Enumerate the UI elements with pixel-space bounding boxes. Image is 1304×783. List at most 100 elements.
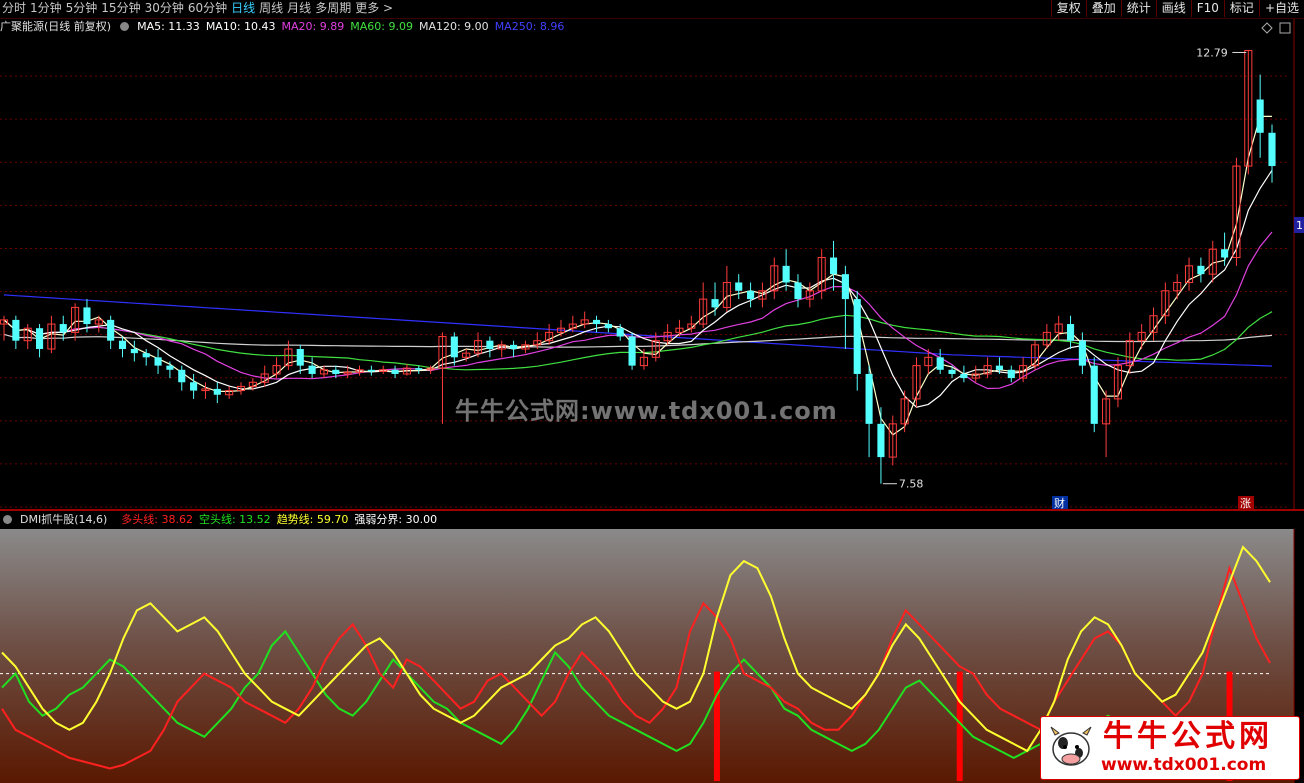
toolbar-button[interactable]: 复权 xyxy=(1050,0,1086,17)
indicator-legend-item: 强弱分界: 30.00 xyxy=(354,513,438,526)
candle-body xyxy=(142,353,150,358)
candle-body xyxy=(486,340,494,349)
period-tab[interactable]: 多周期 xyxy=(315,1,355,16)
settings-dot-icon[interactable] xyxy=(120,22,130,31)
candle-body xyxy=(130,349,138,354)
candle-body xyxy=(213,388,221,395)
candle-body xyxy=(628,336,636,366)
candle-body xyxy=(510,344,518,349)
toolbar-button[interactable]: +自选 xyxy=(1258,0,1304,17)
candle-body xyxy=(154,357,162,366)
candle-body xyxy=(12,319,20,341)
candle-body xyxy=(853,299,861,374)
ma-legend-item: MA60: 9.09 xyxy=(350,20,413,33)
toolbar-button[interactable]: 叠加 xyxy=(1085,0,1121,17)
indicator-legend-item: 趋势线: 59.70 xyxy=(276,513,349,526)
candle-body xyxy=(794,282,802,300)
watermark-text: 牛牛公式网:www.tdx001.com xyxy=(455,397,838,425)
ma-legend-item: MA10: 10.43 xyxy=(205,20,276,33)
candle-body xyxy=(178,369,186,383)
candle-body xyxy=(711,299,719,308)
candle-body xyxy=(616,328,624,337)
candle-body xyxy=(747,290,755,300)
indicator-legend-item: 空头线: 13.52 xyxy=(198,513,271,526)
zhang-marker-text: 涨 xyxy=(1240,497,1251,510)
ma-legend-item: MA20: 9.89 xyxy=(281,20,345,33)
candle-body xyxy=(948,369,956,374)
candlestick-chart[interactable]: 12.79 7.58 财 涨 1 xyxy=(0,19,1304,511)
indicator-legend: DMI抓牛股(14,6) 多头线: 38.62 空头线: 13.52 趋势线: 59… xyxy=(0,513,437,527)
candle-body xyxy=(450,336,458,358)
brand-url: www.tdx001.com xyxy=(1101,755,1267,775)
period-tab[interactable]: 周线 xyxy=(259,1,287,16)
candle-body xyxy=(415,368,423,370)
candle-body xyxy=(829,257,838,275)
period-tab[interactable]: 日线 xyxy=(231,1,259,16)
period-tab[interactable]: 30分钟 xyxy=(145,1,188,16)
candle-body xyxy=(83,307,91,325)
brand-title: 牛牛公式网 xyxy=(1103,719,1273,754)
candle-body xyxy=(735,282,743,291)
toolbar-button[interactable]: F10 xyxy=(1190,0,1224,17)
toolbar-buttons: 复权 叠加 统计 画线 F10 标记 +自选 xyxy=(1050,0,1304,17)
candle-body xyxy=(1256,99,1264,133)
ma-legend-item: MA250: 8.96 xyxy=(494,20,565,33)
candle-body xyxy=(1268,132,1276,167)
period-tab[interactable]: 更多 > xyxy=(355,1,397,16)
candle-body xyxy=(308,365,316,374)
candle-body xyxy=(782,265,790,283)
candle-body xyxy=(604,324,612,329)
candle-body xyxy=(592,319,601,325)
candle-body xyxy=(1007,369,1015,379)
side-tag-text: 1 xyxy=(1296,219,1303,232)
period-tab[interactable]: 15分钟 xyxy=(101,1,144,16)
candle-body xyxy=(1197,265,1205,275)
period-tab[interactable]: 1分钟 xyxy=(30,1,66,16)
toolbar-button[interactable]: 标记 xyxy=(1223,0,1259,17)
cow-mascot-icon xyxy=(1050,726,1092,766)
candle-body xyxy=(391,369,399,374)
cai-marker-text: 财 xyxy=(1054,496,1065,510)
candle-body xyxy=(865,373,873,424)
toolbar-button[interactable]: 画线 xyxy=(1155,0,1191,17)
indicator-settings-dot-icon[interactable] xyxy=(3,515,12,524)
toolbar-button[interactable]: 统计 xyxy=(1120,0,1156,17)
stock-title: 广聚能源(日线 前复权) xyxy=(0,20,112,33)
diamond-icon xyxy=(1261,22,1273,34)
high-price-label: 12.79 xyxy=(1196,46,1228,59)
candle-body xyxy=(1221,249,1229,258)
candle-body xyxy=(107,319,115,341)
candle-body xyxy=(995,365,1003,370)
signal-bar xyxy=(713,671,720,781)
ma-legend: 广聚能源(日线 前复权) MA5: 11.33 MA10: 10.43 MA20: … xyxy=(0,20,564,34)
period-tab[interactable]: 月线 xyxy=(287,1,315,16)
candle-body xyxy=(936,357,944,370)
candle-body xyxy=(1066,324,1075,341)
candle-body xyxy=(877,423,885,458)
candle-body xyxy=(332,369,340,374)
brand-logo: 牛牛公式网 www.tdx001.com xyxy=(1040,716,1300,780)
box-icon xyxy=(1279,22,1291,34)
candle-body xyxy=(190,382,198,391)
price-panel[interactable]: 12.79 7.58 财 涨 1 广聚能源(日线 前复权) MA5: 11.33 MA10… xyxy=(0,19,1304,511)
candle-body xyxy=(841,274,849,300)
indicator-legend-item: 多头线: 38.62 xyxy=(121,513,193,526)
indicator-name: DMI抓牛股(14,6) xyxy=(20,513,108,526)
ma-legend-item: MA5: 11.33 xyxy=(137,20,200,33)
candle-body xyxy=(166,365,174,370)
candle-body xyxy=(118,340,127,349)
period-tab[interactable]: 5分钟 xyxy=(66,1,102,16)
candle-body xyxy=(35,328,44,349)
candle-body xyxy=(367,369,375,372)
period-tabs: 分时 1分钟 5分钟 15分钟 30分钟 60分钟 日线 周线 月线 多周期 更多 > xyxy=(2,1,397,16)
period-tab[interactable]: 分时 xyxy=(2,1,30,16)
low-price-label: 7.58 xyxy=(899,478,924,491)
period-tab[interactable]: 60分钟 xyxy=(188,1,231,16)
candle-body xyxy=(59,324,67,333)
candle-body xyxy=(960,373,968,379)
candle-body xyxy=(296,349,304,366)
candle-body xyxy=(1078,340,1086,366)
candle-body xyxy=(1090,365,1098,424)
period-toolbar: 分时 1分钟 5分钟 15分钟 30分钟 60分钟 日线 周线 月线 多周期 更多 > 复权 叠加 统计… xyxy=(0,0,1304,19)
ma-legend-item: MA120: 9.00 xyxy=(418,20,489,33)
